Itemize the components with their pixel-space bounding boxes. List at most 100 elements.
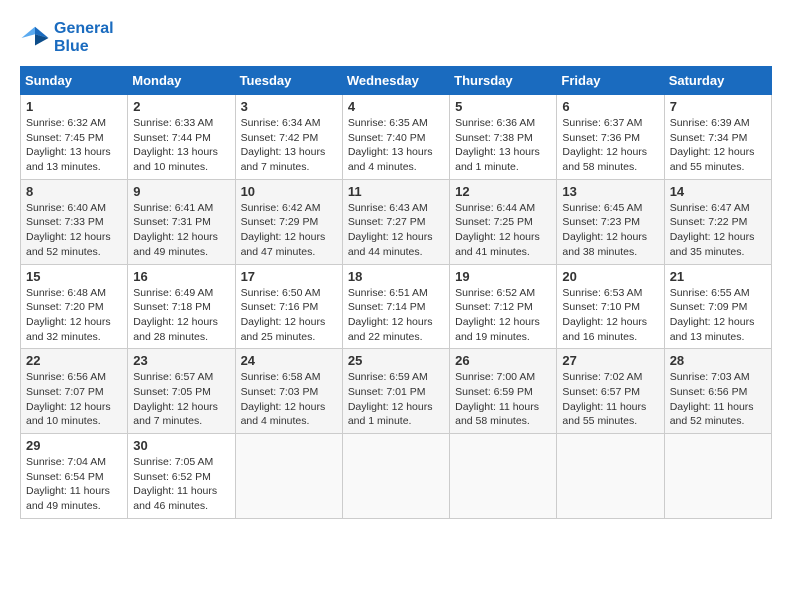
day-number: 9 — [133, 184, 229, 199]
day-number: 11 — [348, 184, 444, 199]
calendar-cell: 27 Sunrise: 7:02 AM Sunset: 6:57 PM Dayli… — [557, 349, 664, 434]
day-info: Sunrise: 6:35 AM Sunset: 7:40 PM Dayligh… — [348, 116, 444, 175]
day-info: Sunrise: 6:32 AM Sunset: 7:45 PM Dayligh… — [26, 116, 122, 175]
day-info: Sunrise: 7:03 AM Sunset: 6:56 PM Dayligh… — [670, 370, 766, 429]
calendar-cell: 13Sunrise: 6:45 AM Sunset: 7:23 PM Dayli… — [557, 179, 664, 264]
day-info: Sunrise: 6:40 AM Sunset: 7:33 PM Dayligh… — [26, 201, 122, 260]
day-info: Sunrise: 7:04 AM Sunset: 6:54 PM Dayligh… — [26, 455, 122, 514]
calendar-cell — [557, 434, 664, 519]
day-number: 27 — [562, 353, 658, 368]
calendar-cell: 6 Sunrise: 6:37 AM Sunset: 7:36 PM Daylig… — [557, 95, 664, 180]
calendar-cell: 19 Sunrise: 6:52 AM Sunset: 7:12 PM Dayli… — [450, 264, 557, 349]
calendar-cell: 5 Sunrise: 6:36 AM Sunset: 7:38 PM Daylig… — [450, 95, 557, 180]
day-number: 7 — [670, 99, 766, 114]
weekday-header-monday: Monday — [128, 67, 235, 95]
logo-icon — [20, 23, 50, 53]
day-number: 16 — [133, 269, 229, 284]
calendar-week-5: 29 Sunrise: 7:04 AM Sunset: 6:54 PM Dayli… — [21, 434, 772, 519]
weekday-header-sunday: Sunday — [21, 67, 128, 95]
day-number: 29 — [26, 438, 122, 453]
day-number: 26 — [455, 353, 551, 368]
calendar-cell: 12 Sunrise: 6:44 AM Sunset: 7:25 PM Dayli… — [450, 179, 557, 264]
day-number: 12 — [455, 184, 551, 199]
calendar-cell: 15 Sunrise: 6:48 AM Sunset: 7:20 PM Dayli… — [21, 264, 128, 349]
day-info: Sunrise: 6:36 AM Sunset: 7:38 PM Dayligh… — [455, 116, 551, 175]
calendar-week-2: 8 Sunrise: 6:40 AM Sunset: 7:33 PM Daylig… — [21, 179, 772, 264]
weekday-header-tuesday: Tuesday — [235, 67, 342, 95]
day-number: 14 — [670, 184, 766, 199]
calendar-week-3: 15 Sunrise: 6:48 AM Sunset: 7:20 PM Dayli… — [21, 264, 772, 349]
calendar-cell: 16Sunrise: 6:49 AM Sunset: 7:18 PM Dayli… — [128, 264, 235, 349]
day-info: Sunrise: 6:57 AM Sunset: 7:05 PM Dayligh… — [133, 370, 229, 429]
calendar-cell: 25 Sunrise: 6:59 AM Sunset: 7:01 PM Dayli… — [342, 349, 449, 434]
day-number: 18 — [348, 269, 444, 284]
day-info: Sunrise: 6:43 AM Sunset: 7:27 PM Dayligh… — [348, 201, 444, 260]
day-info: Sunrise: 7:05 AM Sunset: 6:52 PM Dayligh… — [133, 455, 229, 514]
day-number: 3 — [241, 99, 337, 114]
calendar-week-4: 22 Sunrise: 6:56 AM Sunset: 7:07 PM Dayli… — [21, 349, 772, 434]
page-header: General Blue — [20, 20, 772, 56]
day-info: Sunrise: 6:33 AM Sunset: 7:44 PM Dayligh… — [133, 116, 229, 175]
day-number: 4 — [348, 99, 444, 114]
calendar-table: SundayMondayTuesdayWednesdayThursdayFrid… — [20, 66, 772, 519]
calendar-cell: 3 Sunrise: 6:34 AM Sunset: 7:42 PM Daylig… — [235, 95, 342, 180]
day-number: 20 — [562, 269, 658, 284]
day-number: 30 — [133, 438, 229, 453]
day-info: Sunrise: 6:44 AM Sunset: 7:25 PM Dayligh… — [455, 201, 551, 260]
day-number: 25 — [348, 353, 444, 368]
day-number: 6 — [562, 99, 658, 114]
calendar-cell: 29 Sunrise: 7:04 AM Sunset: 6:54 PM Dayli… — [21, 434, 128, 519]
calendar-cell: 18 Sunrise: 6:51 AM Sunset: 7:14 PM Dayli… — [342, 264, 449, 349]
calendar-cell: 28 Sunrise: 7:03 AM Sunset: 6:56 PM Dayli… — [664, 349, 771, 434]
calendar-cell: 17 Sunrise: 6:50 AM Sunset: 7:16 PM Dayli… — [235, 264, 342, 349]
day-number: 15 — [26, 269, 122, 284]
day-number: 21 — [670, 269, 766, 284]
calendar-cell — [342, 434, 449, 519]
day-info: Sunrise: 6:50 AM Sunset: 7:16 PM Dayligh… — [241, 286, 337, 345]
weekday-header-thursday: Thursday — [450, 67, 557, 95]
day-info: Sunrise: 6:37 AM Sunset: 7:36 PM Dayligh… — [562, 116, 658, 175]
calendar-cell: 21 Sunrise: 6:55 AM Sunset: 7:09 PM Dayli… — [664, 264, 771, 349]
calendar-cell — [664, 434, 771, 519]
weekday-header-row: SundayMondayTuesdayWednesdayThursdayFrid… — [21, 67, 772, 95]
day-number: 28 — [670, 353, 766, 368]
calendar-cell: 30 Sunrise: 7:05 AM Sunset: 6:52 PM Dayli… — [128, 434, 235, 519]
day-info: Sunrise: 6:52 AM Sunset: 7:12 PM Dayligh… — [455, 286, 551, 345]
calendar-week-1: 1 Sunrise: 6:32 AM Sunset: 7:45 PM Daylig… — [21, 95, 772, 180]
day-number: 1 — [26, 99, 122, 114]
calendar-cell: 1 Sunrise: 6:32 AM Sunset: 7:45 PM Daylig… — [21, 95, 128, 180]
day-info: Sunrise: 6:48 AM Sunset: 7:20 PM Dayligh… — [26, 286, 122, 345]
day-info: Sunrise: 6:55 AM Sunset: 7:09 PM Dayligh… — [670, 286, 766, 345]
calendar-cell: 24 Sunrise: 6:58 AM Sunset: 7:03 PM Dayli… — [235, 349, 342, 434]
calendar-cell: 4 Sunrise: 6:35 AM Sunset: 7:40 PM Daylig… — [342, 95, 449, 180]
day-number: 2 — [133, 99, 229, 114]
day-number: 24 — [241, 353, 337, 368]
weekday-header-friday: Friday — [557, 67, 664, 95]
calendar-cell — [235, 434, 342, 519]
calendar-cell: 7Sunrise: 6:39 AM Sunset: 7:34 PM Daylig… — [664, 95, 771, 180]
calendar-cell — [450, 434, 557, 519]
day-info: Sunrise: 6:58 AM Sunset: 7:03 PM Dayligh… — [241, 370, 337, 429]
day-info: Sunrise: 6:47 AM Sunset: 7:22 PM Dayligh… — [670, 201, 766, 260]
day-number: 5 — [455, 99, 551, 114]
calendar-cell: 9Sunrise: 6:41 AM Sunset: 7:31 PM Daylig… — [128, 179, 235, 264]
day-info: Sunrise: 6:56 AM Sunset: 7:07 PM Dayligh… — [26, 370, 122, 429]
calendar-cell: 20 Sunrise: 6:53 AM Sunset: 7:10 PM Dayli… — [557, 264, 664, 349]
calendar-cell: 2 Sunrise: 6:33 AM Sunset: 7:44 PM Daylig… — [128, 95, 235, 180]
day-info: Sunrise: 6:53 AM Sunset: 7:10 PM Dayligh… — [562, 286, 658, 345]
calendar-cell: 26 Sunrise: 7:00 AM Sunset: 6:59 PM Dayli… — [450, 349, 557, 434]
calendar-cell: 8 Sunrise: 6:40 AM Sunset: 7:33 PM Daylig… — [21, 179, 128, 264]
day-info: Sunrise: 6:51 AM Sunset: 7:14 PM Dayligh… — [348, 286, 444, 345]
day-info: Sunrise: 6:45 AM Sunset: 7:23 PM Dayligh… — [562, 201, 658, 260]
day-number: 8 — [26, 184, 122, 199]
day-info: Sunrise: 6:34 AM Sunset: 7:42 PM Dayligh… — [241, 116, 337, 175]
day-number: 17 — [241, 269, 337, 284]
day-number: 19 — [455, 269, 551, 284]
day-info: Sunrise: 6:59 AM Sunset: 7:01 PM Dayligh… — [348, 370, 444, 429]
day-info: Sunrise: 7:02 AM Sunset: 6:57 PM Dayligh… — [562, 370, 658, 429]
day-number: 23 — [133, 353, 229, 368]
day-number: 22 — [26, 353, 122, 368]
calendar-cell: 14 Sunrise: 6:47 AM Sunset: 7:22 PM Dayli… — [664, 179, 771, 264]
day-info: Sunrise: 7:00 AM Sunset: 6:59 PM Dayligh… — [455, 370, 551, 429]
weekday-header-wednesday: Wednesday — [342, 67, 449, 95]
